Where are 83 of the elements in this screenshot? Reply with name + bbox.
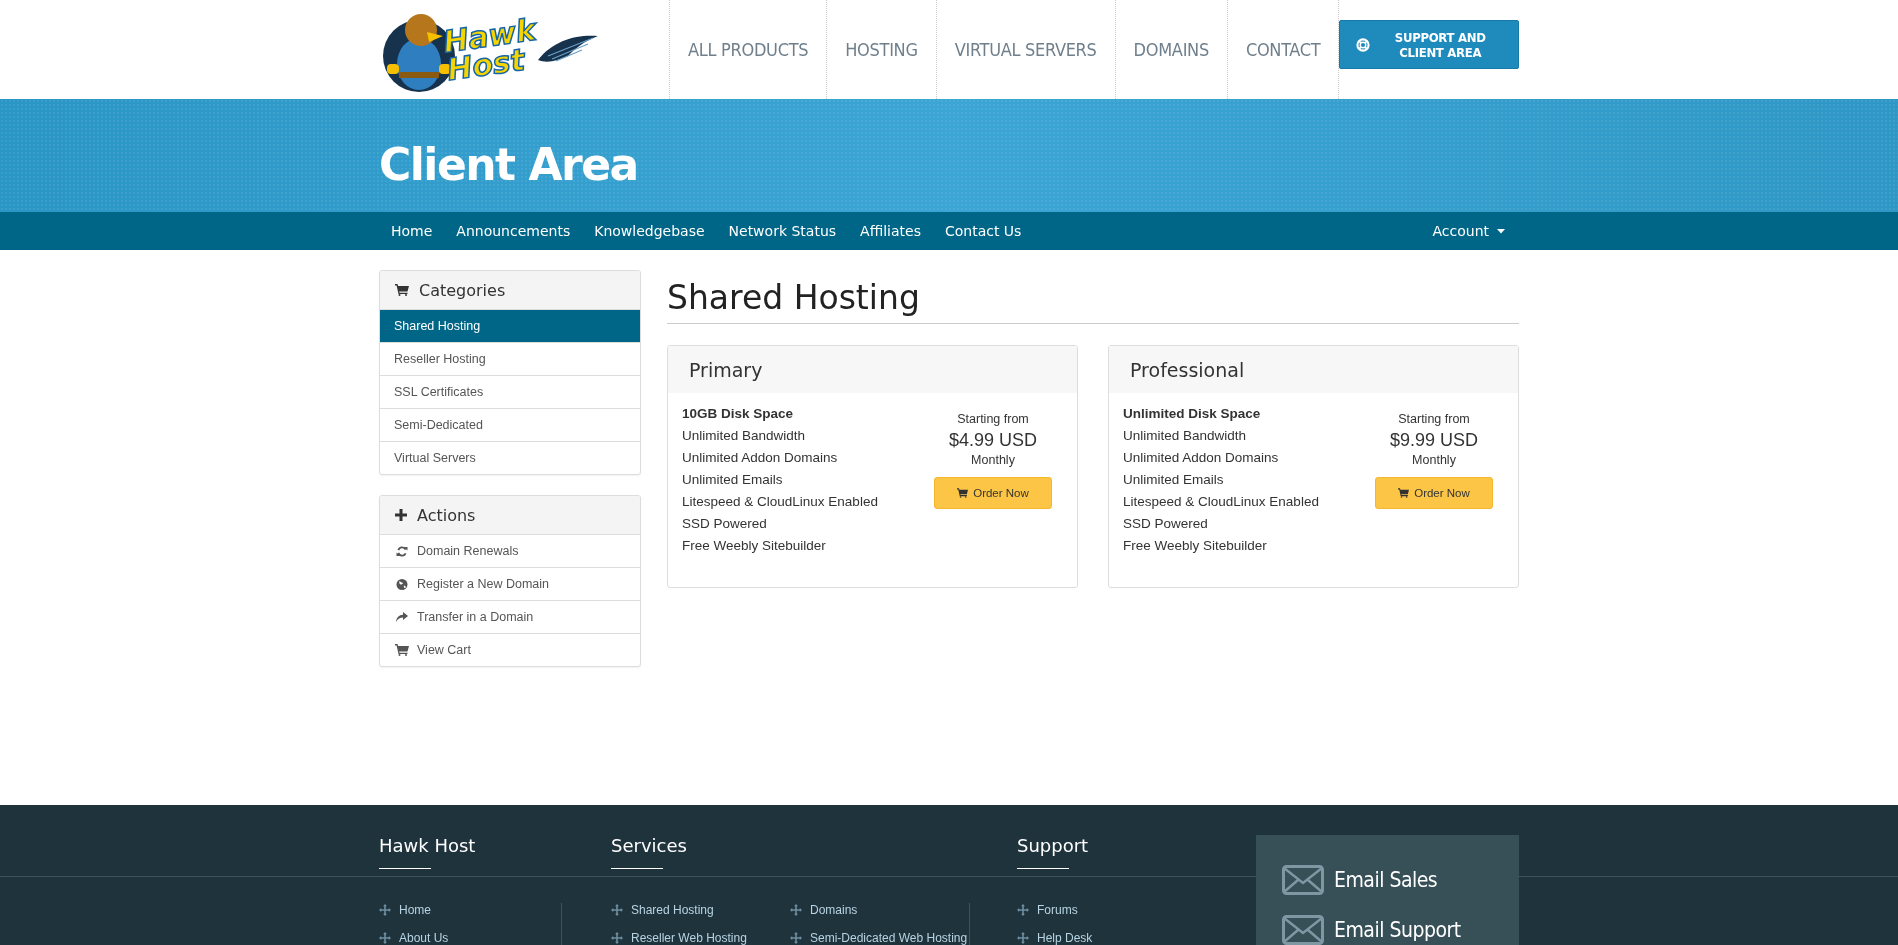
footer-link[interactable]: Domains <box>790 903 969 917</box>
product-feature: Unlimited Addon Domains <box>1123 449 1280 467</box>
email-link[interactable]: Email Support <box>1282 915 1493 945</box>
price-caption: Starting from <box>957 411 1029 428</box>
cart-icon <box>957 488 969 498</box>
footer-heading: Hawk Host <box>379 835 477 858</box>
panel-title: Actions <box>417 505 476 525</box>
account-menu[interactable]: Account <box>1420 212 1519 250</box>
footer-link[interactable]: Help Desk <box>1017 931 1167 945</box>
move-arrows-icon <box>790 904 802 916</box>
footer-link[interactable]: Shared Hosting <box>611 903 790 917</box>
product-feature: Unlimited Addon Domains <box>682 449 839 467</box>
support-client-area-button[interactable]: SUPPORT AND CLIENT AREA <box>1339 20 1519 69</box>
client-nav-link[interactable]: Contact Us <box>932 212 1034 250</box>
page-banner-title: Client Area <box>379 139 638 190</box>
product-feature: Unlimited Disk Space <box>1123 405 1262 423</box>
sidebar-item[interactable]: Semi-Dedicated <box>380 408 640 441</box>
footer-link[interactable]: About Us <box>379 931 529 945</box>
page-title: Shared Hosting <box>667 278 1519 324</box>
footer-heading: Services <box>611 835 688 858</box>
move-arrows-icon <box>1017 904 1029 916</box>
product-feature: Free Weebly Sitebuilder <box>682 537 827 555</box>
billing-cycle: Monthly <box>1412 452 1456 469</box>
product-price: $4.99 USD <box>948 429 1038 452</box>
product-feature: Free Weebly Sitebuilder <box>1123 537 1268 555</box>
move-arrows-icon <box>379 904 391 916</box>
product-price: $9.99 USD <box>1389 429 1479 452</box>
move-arrows-icon <box>379 932 391 944</box>
product-name: Professional <box>1109 346 1518 393</box>
order-now-button[interactable]: Order Now <box>934 477 1052 509</box>
move-arrows-icon <box>1017 932 1029 944</box>
refresh-icon <box>395 545 409 557</box>
sidebar-item[interactable]: SSL Certificates <box>380 375 640 408</box>
logo-text: Hawk Host <box>441 15 539 84</box>
nav-link[interactable]: CONTACT <box>1226 0 1339 99</box>
product-feature: Unlimited Bandwidth <box>682 427 807 445</box>
footer-link[interactable]: Home <box>379 903 529 917</box>
billing-cycle: Monthly <box>971 452 1015 469</box>
footer-heading: Support <box>1017 835 1090 858</box>
product-feature: Unlimited Emails <box>682 471 784 489</box>
email-link[interactable]: Email Sales <box>1282 865 1493 895</box>
sidebar-item[interactable]: Domain Renewals <box>380 535 640 567</box>
sidebar-item[interactable]: View Cart <box>380 633 640 666</box>
product-feature: Litespeed & CloudLinux Enabled <box>1123 493 1320 511</box>
globe-icon <box>395 578 409 590</box>
client-nav-link[interactable]: Announcements <box>444 212 583 250</box>
panel-title: Categories <box>419 280 506 300</box>
cart-icon <box>1398 488 1410 498</box>
nav-link[interactable]: ALL PRODUCTS <box>669 0 827 99</box>
price-caption: Starting from <box>1398 411 1470 428</box>
footer-link[interactable]: Semi-Dedicated Web Hosting <box>790 931 969 945</box>
client-nav-link[interactable]: Network Status <box>716 212 849 250</box>
envelope-icon <box>1282 915 1324 945</box>
move-arrows-icon <box>611 932 623 944</box>
cart-icon <box>395 644 409 656</box>
footer-link[interactable]: Reseller Web Hosting <box>611 931 790 945</box>
product-feature: Unlimited Emails <box>1123 471 1225 489</box>
client-nav-link[interactable]: Affiliates <box>848 212 933 250</box>
sidebar-item[interactable]: Reseller Hosting <box>380 342 640 375</box>
client-nav-link[interactable]: Knowledgebase <box>582 212 717 250</box>
plus-icon <box>395 509 407 521</box>
share-arrow-icon <box>395 612 409 622</box>
cart-icon <box>395 284 409 296</box>
nav-link[interactable]: HOSTING <box>826 0 936 99</box>
move-arrows-icon <box>611 904 623 916</box>
product-feature: SSD Powered <box>682 515 768 533</box>
sidebar-item[interactable]: Transfer in a Domain <box>380 600 640 633</box>
sidebar-item[interactable]: Register a New Domain <box>380 567 640 600</box>
move-arrows-icon <box>790 932 802 944</box>
nav-link[interactable]: VIRTUAL SERVERS <box>935 0 1115 99</box>
product-feature: Litespeed & CloudLinux Enabled <box>682 493 879 511</box>
product-name: Primary <box>668 346 1077 393</box>
envelope-icon <box>1282 865 1324 895</box>
order-now-button[interactable]: Order Now <box>1375 477 1493 509</box>
caret-icon <box>1497 228 1505 234</box>
footer-link[interactable]: Forums <box>1017 903 1167 917</box>
product-feature: SSD Powered <box>1123 515 1209 533</box>
nav-link[interactable]: DOMAINS <box>1114 0 1227 99</box>
product-feature: Unlimited Bandwidth <box>1123 427 1248 445</box>
client-nav-link[interactable]: Home <box>379 212 445 250</box>
sidebar-item[interactable]: Virtual Servers <box>380 441 640 474</box>
product-feature: 10GB Disk Space <box>682 405 795 423</box>
sidebar-item[interactable]: Shared Hosting <box>380 310 640 342</box>
